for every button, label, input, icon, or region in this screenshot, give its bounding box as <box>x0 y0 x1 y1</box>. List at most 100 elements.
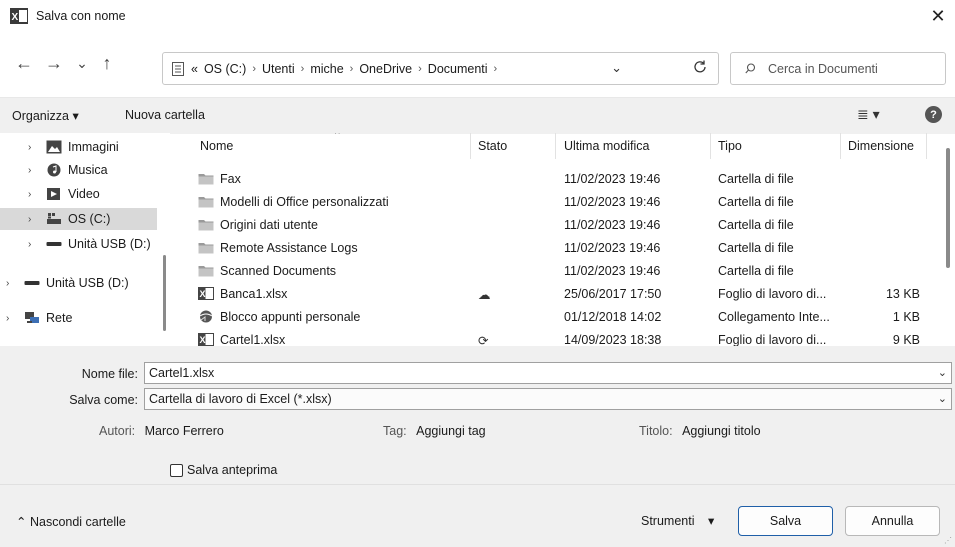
file-row[interactable]: Fax 11/02/2023 19:46 Cartella di file <box>190 168 945 191</box>
file-size: 1 KB <box>892 310 920 324</box>
file-row[interactable]: X Banca1.xlsx ☁ 25/06/2017 17:50 Foglio … <box>190 283 945 306</box>
excel-file-icon: X <box>198 333 214 346</box>
search-input[interactable]: Cerca in Documenti <box>768 62 878 76</box>
breadcrumb-separator[interactable]: › <box>350 63 354 75</box>
filename-field[interactable]: Cartel1.xlsx ⌄ <box>144 362 952 384</box>
filename-label: Nome file: <box>81 367 138 381</box>
tags-value[interactable]: Aggiungi tag <box>416 424 486 438</box>
help-icon[interactable]: ? <box>925 106 942 123</box>
file-modified: 11/02/2023 19:46 <box>564 218 661 232</box>
refresh-icon[interactable] <box>691 58 709 76</box>
file-type: Cartella di file <box>718 195 794 209</box>
sidebar-item-video[interactable]: › Video <box>0 183 160 205</box>
breadcrumb-os[interactable]: OS (C:) <box>204 62 246 76</box>
sync-status-icon: ⟳ <box>478 334 489 346</box>
breadcrumb-documenti[interactable]: Documenti <box>428 62 488 76</box>
file-name: Origini dati utente <box>220 218 318 232</box>
recent-locations-button[interactable]: ⌄ <box>70 51 94 75</box>
organize-menu[interactable]: Organizza ▾ <box>12 108 79 123</box>
tools-menu[interactable]: Strumenti ▾ <box>641 513 714 528</box>
save-as-dialog: X Salva con nome ✕ ← → ⌄ ↑ « OS (C:) › U… <box>0 0 955 547</box>
sidebar-item-rete[interactable]: › Rete <box>0 307 160 329</box>
breadcrumb-separator[interactable]: › <box>494 63 498 75</box>
column-divider[interactable] <box>926 133 927 159</box>
breadcrumb-separator[interactable]: › <box>301 63 305 75</box>
authors-value[interactable]: Marco Ferrero <box>145 424 224 438</box>
file-row[interactable]: Scanned Documents 11/02/2023 19:46 Carte… <box>190 260 945 283</box>
file-row[interactable]: Origini dati utente 11/02/2023 19:46 Car… <box>190 214 945 237</box>
column-modified[interactable]: Ultima modifica <box>564 139 649 153</box>
up-button[interactable]: ↑ <box>95 51 119 75</box>
documents-icon <box>172 61 184 76</box>
savetype-value: Cartella di lavoro di Excel (*.xlsx) <box>149 392 332 406</box>
cancel-button[interactable]: Annulla <box>845 506 940 536</box>
video-icon <box>47 188 60 200</box>
sidebar-item-musica[interactable]: › Musica <box>0 159 160 181</box>
footer-divider <box>0 484 955 485</box>
expand-icon[interactable]: › <box>28 142 40 153</box>
title-metadata: Titolo: Aggiungi titolo <box>639 424 761 438</box>
expand-icon[interactable]: › <box>6 313 18 324</box>
save-thumbnail-label[interactable]: Salva anteprima <box>187 463 277 477</box>
expand-icon[interactable]: › <box>28 214 40 225</box>
sidebar-item-usb-d[interactable]: › Unità USB (D:) <box>0 233 160 255</box>
expand-icon[interactable]: › <box>28 189 40 200</box>
expand-icon[interactable]: › <box>6 278 18 289</box>
hide-folders-toggle[interactable]: ⌃ Nascondi cartelle <box>16 514 126 529</box>
sidebar-item-os-c[interactable]: › OS (C:) <box>0 208 157 230</box>
column-divider[interactable] <box>470 133 471 159</box>
expand-icon[interactable]: › <box>28 165 40 176</box>
svg-text:X: X <box>200 289 206 299</box>
breadcrumb-separator[interactable]: › <box>418 63 422 75</box>
title-value[interactable]: Aggiungi titolo <box>682 424 761 438</box>
file-name: Banca1.xlsx <box>220 287 288 301</box>
column-status[interactable]: Stato <box>478 139 507 153</box>
expand-icon[interactable]: › <box>28 239 40 250</box>
search-box[interactable]: Cerca in Documenti <box>730 52 946 85</box>
folder-icon <box>198 220 214 231</box>
svg-text:X: X <box>200 335 206 345</box>
breadcrumb-utenti[interactable]: Utenti <box>262 62 295 76</box>
file-row[interactable]: Blocco appunti personale 01/12/2018 14:0… <box>190 306 945 329</box>
column-divider[interactable] <box>840 133 841 159</box>
resize-grip-icon[interactable]: ⋰ <box>944 536 952 545</box>
pane-splitter[interactable] <box>163 255 166 331</box>
forward-button[interactable]: → <box>42 51 66 75</box>
chevron-up-icon: ⌃ <box>16 515 27 529</box>
file-list-scrollbar[interactable] <box>946 148 950 268</box>
save-thumbnail-checkbox[interactable] <box>170 464 183 477</box>
back-button[interactable]: ← <box>12 51 36 75</box>
file-name: Blocco appunti personale <box>220 310 361 324</box>
file-row[interactable]: Remote Assistance Logs 11/02/2023 19:46 … <box>190 237 945 260</box>
sidebar-item-immagini[interactable]: › Immagini <box>0 136 160 158</box>
save-button[interactable]: Salva <box>738 506 833 536</box>
file-row[interactable]: Modelli di Office personalizzati 11/02/2… <box>190 191 945 214</box>
sidebar-item-usb-d-root[interactable]: › Unità USB (D:) <box>0 272 160 294</box>
column-type[interactable]: Tipo <box>718 139 742 153</box>
chevron-down-icon[interactable]: ⌄ <box>938 392 947 405</box>
column-size[interactable]: Dimensione <box>848 139 914 153</box>
close-button[interactable]: ✕ <box>925 4 951 28</box>
caret-down-icon: ▾ <box>707 514 715 528</box>
breadcrumb-onedrive[interactable]: OneDrive <box>359 62 412 76</box>
sidebar-item-label: Rete <box>46 311 73 325</box>
breadcrumb-miche[interactable]: miche <box>310 62 343 76</box>
new-folder-button[interactable]: Nuova cartella <box>125 108 205 122</box>
savetype-select[interactable]: Cartella di lavoro di Excel (*.xlsx) ⌄ <box>144 388 952 410</box>
file-modified: 14/09/2023 18:38 <box>564 333 662 346</box>
chevron-down-icon[interactable]: ⌄ <box>938 366 947 379</box>
file-type: Cartella di file <box>718 218 794 232</box>
file-row[interactable]: X Cartel1.xlsx ⟳ 14/09/2023 18:38 Foglio… <box>190 329 945 346</box>
filename-value[interactable]: Cartel1.xlsx <box>149 366 214 380</box>
sidebar-item-label: Immagini <box>68 140 119 154</box>
address-bar[interactable]: « OS (C:) › Utenti › miche › OneDrive › … <box>162 52 719 85</box>
column-name[interactable]: Nome <box>200 139 233 153</box>
sidebar-item-label: Musica <box>68 163 108 177</box>
column-divider[interactable] <box>555 133 556 159</box>
address-dropdown-icon[interactable]: ⌄ <box>611 60 622 76</box>
file-name: Scanned Documents <box>220 264 337 278</box>
breadcrumb-overflow[interactable]: « <box>191 62 198 76</box>
view-options-button[interactable]: ≣ ▾ <box>857 106 880 123</box>
column-divider[interactable] <box>710 133 711 159</box>
breadcrumb-separator[interactable]: › <box>252 63 256 75</box>
